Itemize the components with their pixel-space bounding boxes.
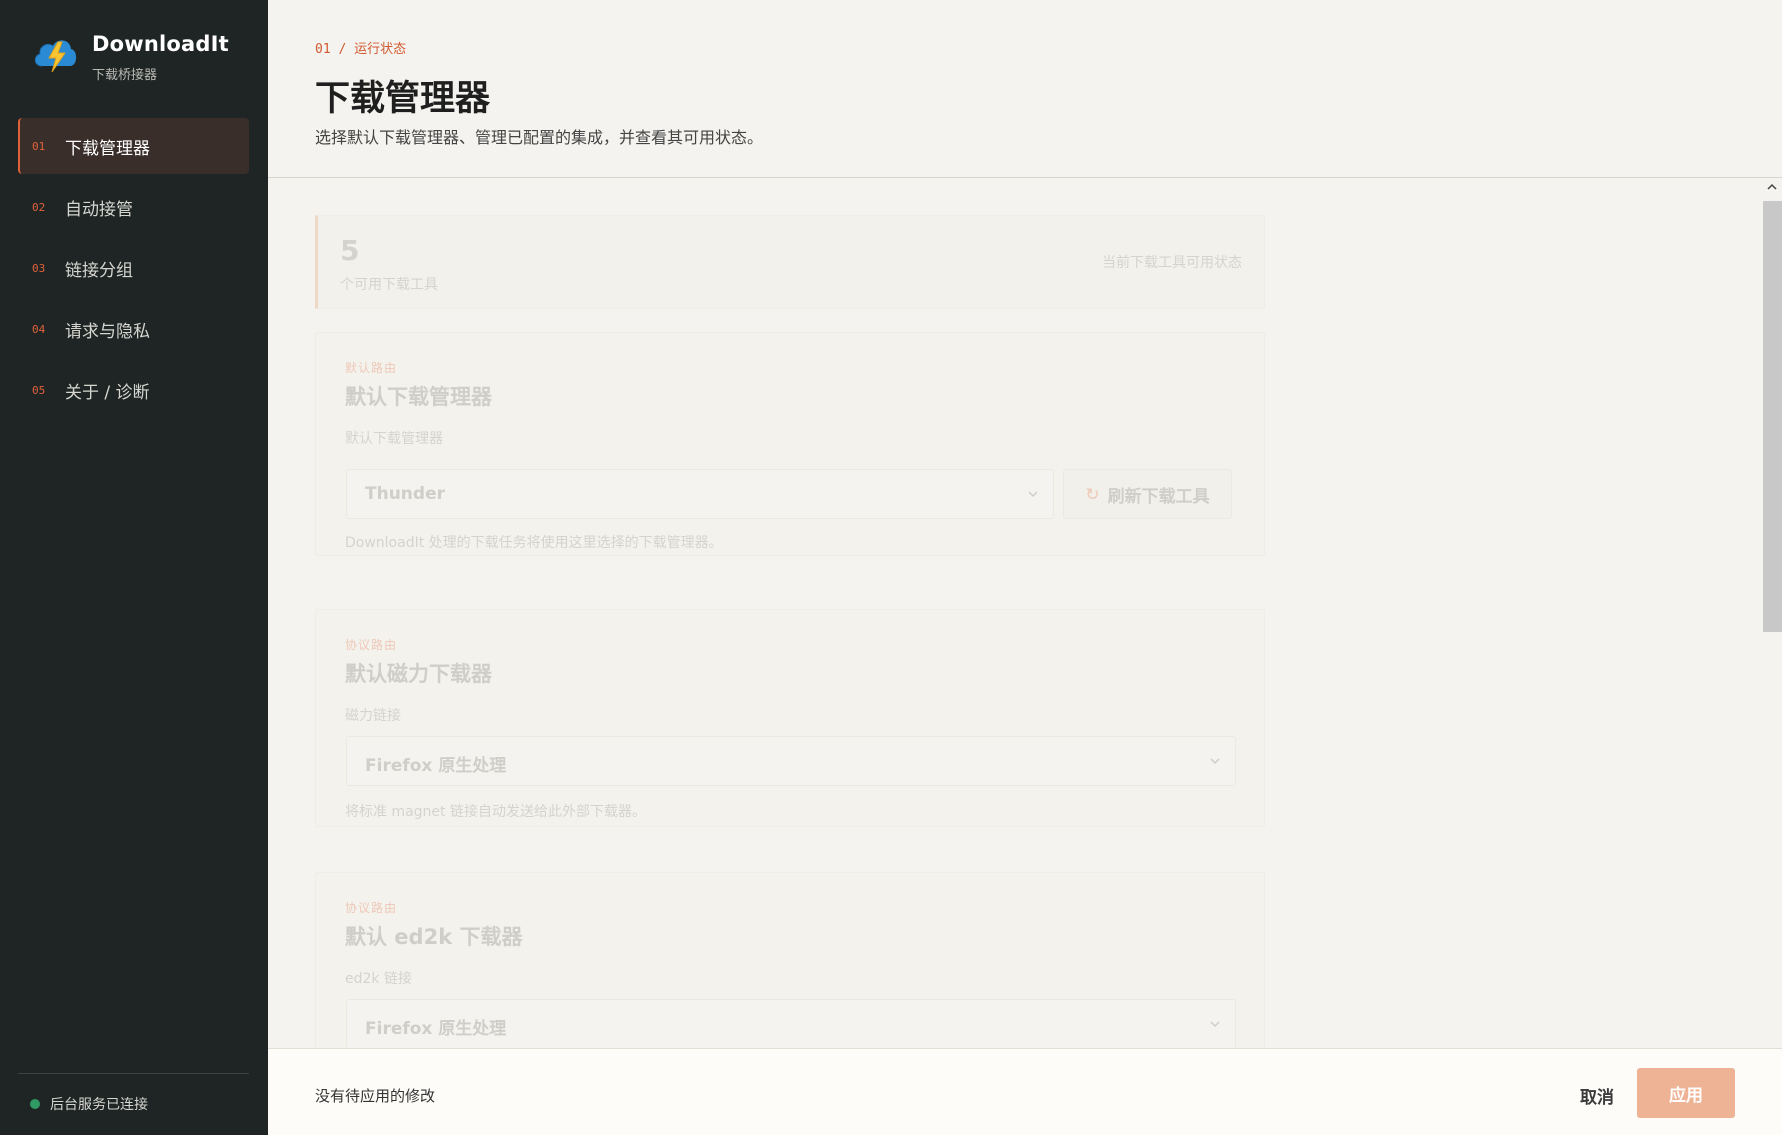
field-label: 磁力链接	[345, 708, 401, 724]
nav-number: 02	[32, 200, 46, 214]
ed2k-select[interactable]: Firefox 原生处理	[346, 999, 1236, 1048]
card-title: 默认磁力下载器	[345, 662, 492, 686]
sidebar-item-label: 请求与隐私	[65, 321, 150, 342]
sidebar-item-label: 关于 / 诊断	[65, 382, 150, 403]
page-title: 下载管理器	[315, 79, 491, 119]
sidebar: DownloadIt 下载桥接器 01 下载管理器 02 自动接管 03 链接分…	[0, 0, 268, 1135]
card-title: 默认下载管理器	[345, 385, 492, 409]
ed2k-card: 协议路由 默认 ed2k 下载器 ed2k 链接 Firefox 原生处理	[315, 872, 1265, 1048]
pending-changes-status: 没有待应用的修改	[315, 1087, 436, 1105]
brand: DownloadIt 下载桥接器	[30, 28, 229, 83]
sidebar-item-label: 自动接管	[65, 199, 133, 220]
chevron-down-icon	[1028, 491, 1038, 498]
magnet-card: 协议路由 默认磁力下载器 磁力链接 Firefox 原生处理 将标准 magne…	[315, 609, 1265, 827]
action-bar: 没有待应用的修改 取消 应用	[268, 1048, 1782, 1135]
sidebar-nav: 01 下载管理器 02 自动接管 03 链接分组 04 请求与隐私 05 关于 …	[18, 118, 249, 423]
sidebar-item-auto-takeover[interactable]: 02 自动接管	[18, 179, 249, 235]
default-manager-select[interactable]: Thunder	[346, 469, 1054, 519]
field-label: ed2k 链接	[345, 971, 412, 987]
sidebar-item-label: 下载管理器	[65, 138, 150, 159]
available-tools-card: 5 个可用下载工具 当前下载工具可用状态	[315, 215, 1265, 309]
availability-note: 当前下载工具可用状态	[1102, 255, 1242, 271]
page-header: 01 / 运行状态 下载管理器 选择默认下载管理器、管理已配置的集成，并查看其可…	[268, 0, 1782, 178]
nav-number: 01	[32, 139, 46, 153]
status-text: 后台服务已连接	[50, 1097, 148, 1113]
field-label: 默认下载管理器	[345, 431, 443, 447]
magnet-select[interactable]: Firefox 原生处理	[346, 736, 1236, 786]
refresh-icon: ↻	[1085, 485, 1100, 505]
chevron-down-icon	[1210, 1021, 1220, 1028]
available-label: 个可用下载工具	[340, 277, 438, 293]
breadcrumb-number: 01 /	[315, 42, 347, 57]
cloud-lightning-icon	[34, 40, 77, 73]
sidebar-item-request-privacy[interactable]: 04 请求与隐私	[18, 301, 249, 357]
sidebar-item-label: 链接分组	[65, 260, 133, 281]
sidebar-divider	[18, 1073, 249, 1074]
card-eyebrow: 默认路由	[345, 361, 398, 375]
cancel-button[interactable]: 取消	[1561, 1075, 1633, 1115]
scroll-up-arrow-icon[interactable]	[1766, 181, 1778, 193]
nav-number: 03	[32, 261, 46, 275]
help-text: 将标准 magnet 链接自动发送给此外部下载器。	[345, 804, 646, 820]
page-description: 选择默认下载管理器、管理已配置的集成，并查看其可用状态。	[315, 128, 764, 147]
available-count: 5	[340, 234, 360, 267]
breadcrumb: 01 / 运行状态	[315, 38, 406, 57]
content-area: 5 个可用下载工具 当前下载工具可用状态 默认路由 默认下载管理器 默认下载管理…	[268, 179, 1762, 1048]
default-manager-card: 默认路由 默认下载管理器 默认下载管理器 Thunder ↻ 刷新下载工具 Do…	[315, 332, 1265, 556]
scroll-thumb[interactable]	[1763, 201, 1782, 632]
refresh-tools-button[interactable]: ↻ 刷新下载工具	[1063, 469, 1232, 519]
main-panel: 01 / 运行状态 下载管理器 选择默认下载管理器、管理已配置的集成，并查看其可…	[268, 0, 1782, 1135]
sidebar-item-about-diagnostics[interactable]: 05 关于 / 诊断	[18, 362, 249, 418]
brand-name: DownloadIt	[92, 32, 229, 56]
help-text: DownloadIt 处理的下载任务将使用这里选择的下载管理器。	[345, 535, 723, 551]
apply-button[interactable]: 应用	[1637, 1068, 1735, 1118]
select-value: Firefox 原生处理	[365, 1019, 507, 1039]
sidebar-item-link-groups[interactable]: 03 链接分组	[18, 240, 249, 296]
select-value: Firefox 原生处理	[365, 756, 507, 776]
nav-number: 04	[32, 322, 46, 336]
card-eyebrow: 协议路由	[345, 901, 398, 915]
scrollbar[interactable]	[1762, 179, 1782, 1048]
sidebar-item-download-manager[interactable]: 01 下载管理器	[18, 118, 249, 174]
chevron-down-icon	[1210, 758, 1220, 765]
refresh-label: 刷新下载工具	[1107, 486, 1210, 507]
brand-subtitle: 下载桥接器	[92, 68, 158, 83]
nav-number: 05	[32, 383, 46, 397]
breadcrumb-label: 运行状态	[354, 42, 407, 57]
select-value: Thunder	[365, 484, 445, 504]
card-eyebrow: 协议路由	[345, 638, 398, 652]
connection-status: 后台服务已连接	[30, 1094, 148, 1114]
status-dot-icon	[30, 1099, 40, 1109]
card-title: 默认 ed2k 下载器	[345, 925, 523, 949]
